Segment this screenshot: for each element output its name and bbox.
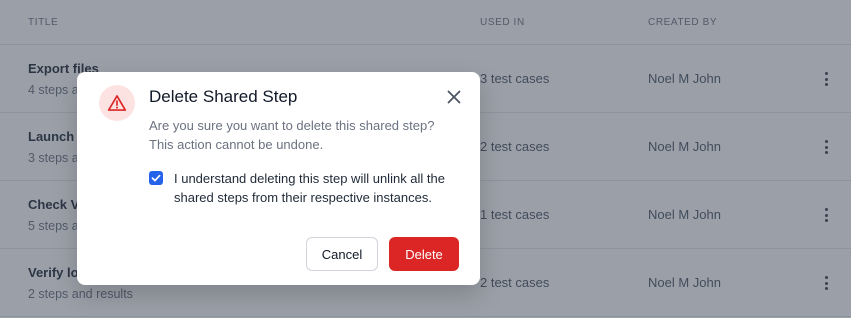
delete-button[interactable]: Delete (389, 237, 459, 271)
warning-triangle-icon (99, 85, 135, 121)
dialog-title: Delete Shared Step (149, 87, 298, 106)
dialog-description-line: Are you sure you want to delete this sha… (149, 118, 435, 133)
shared-steps-page: TITLE USED IN CREATED BY Export files 4 … (0, 0, 851, 318)
cancel-button[interactable]: Cancel (306, 237, 378, 271)
confirm-checkbox[interactable] (149, 171, 163, 185)
dialog-description: Are you sure you want to delete this sha… (149, 116, 459, 154)
delete-shared-step-dialog: Delete Shared Step Are you sure you want… (77, 72, 480, 285)
close-icon[interactable] (444, 87, 464, 107)
confirm-checkbox-label[interactable]: I understand deleting this step will unl… (174, 169, 454, 207)
dialog-description-line: This action cannot be undone. (149, 137, 324, 152)
